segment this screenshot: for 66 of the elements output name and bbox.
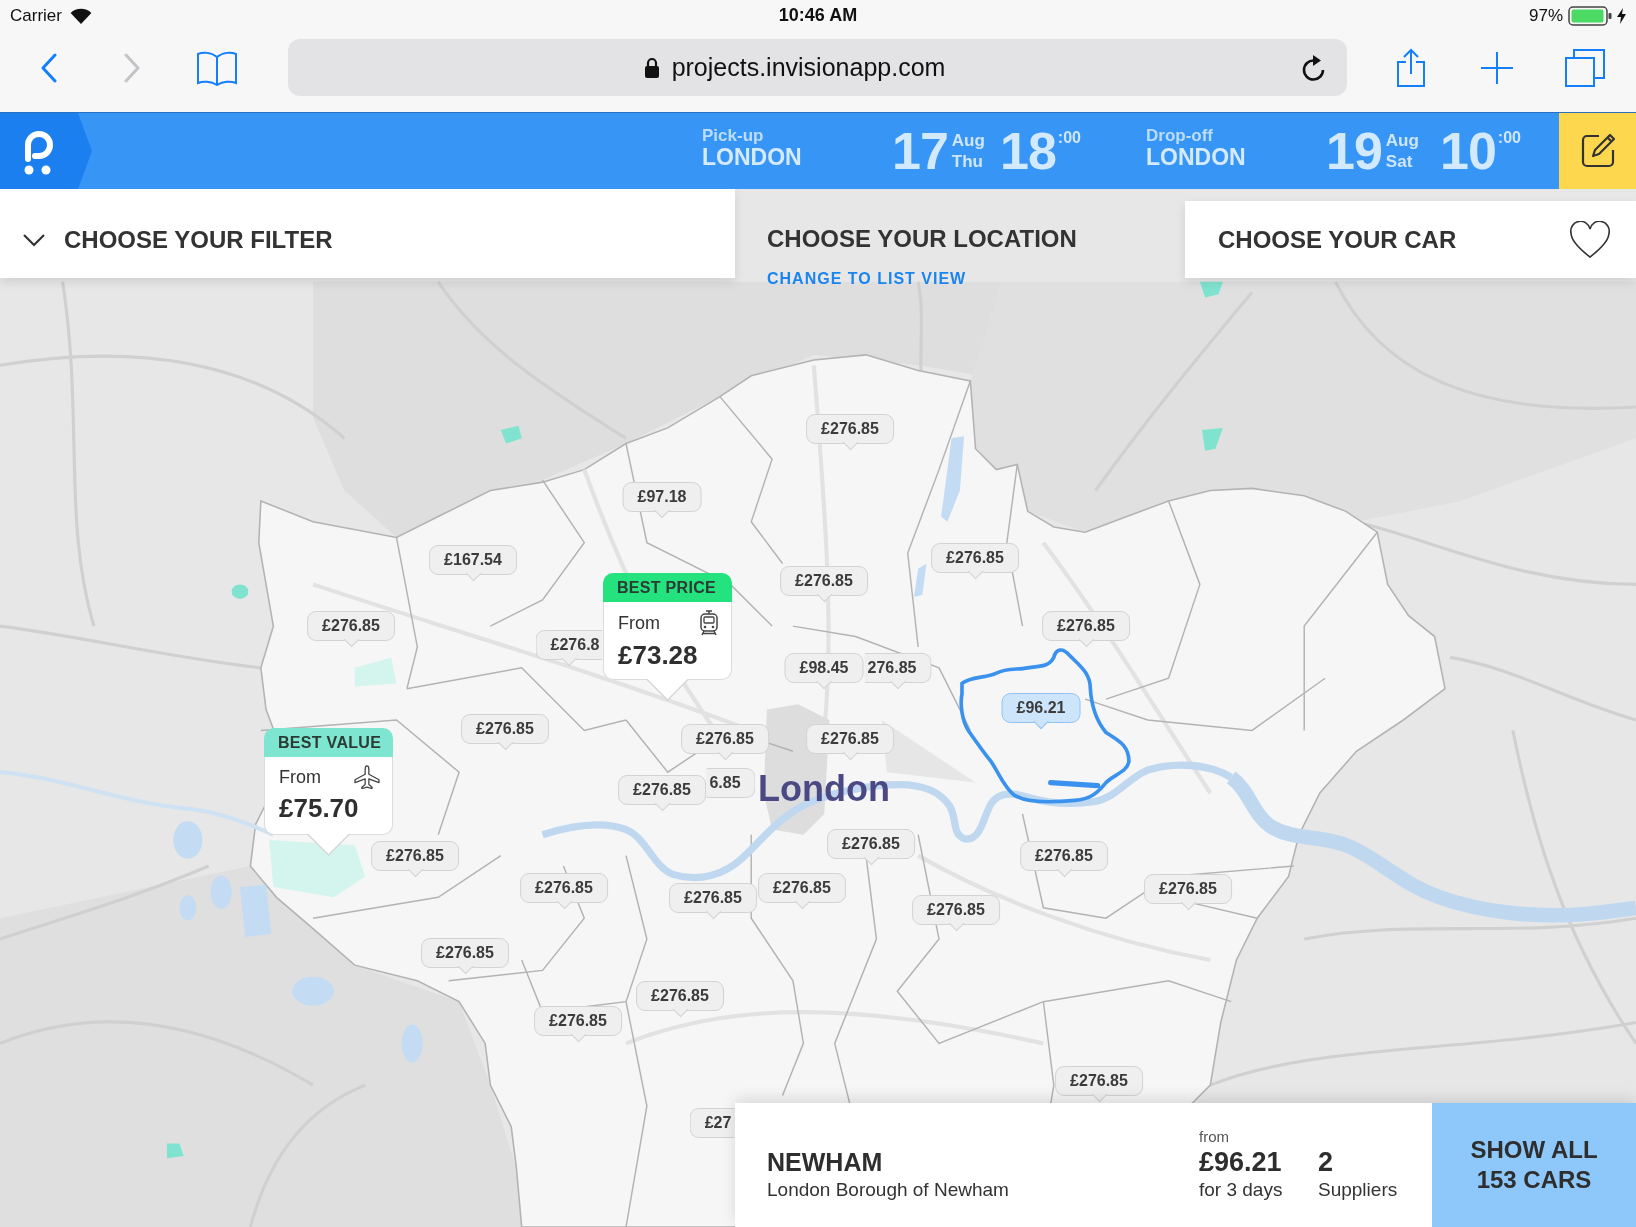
city-name: LONDON [1146, 144, 1247, 170]
train-icon [699, 610, 719, 636]
step-tab[interactable]: CHOOSE YOUR FILTER [0, 189, 735, 278]
tabs-icon[interactable] [1565, 48, 1605, 87]
city-name: LONDON [702, 144, 803, 170]
deal-tag: BEST VALUE [264, 728, 393, 757]
date-month: Aug [1385, 130, 1419, 151]
lake [914, 563, 927, 597]
book-icon[interactable] [196, 49, 238, 86]
date-weekday: Thu [951, 151, 984, 172]
battery-icon [1568, 5, 1612, 26]
lake [239, 884, 272, 937]
lake [179, 895, 197, 921]
carrier-name: Carrier [10, 5, 62, 26]
date-month: Aug [951, 130, 985, 151]
deal-price: £75.70 [279, 792, 360, 824]
park-area [354, 657, 397, 687]
supplier-label: Suppliers [1318, 1178, 1399, 1202]
clock-time: 10:46 AM [778, 5, 858, 26]
address-field[interactable]: projects.invisionapp.com [288, 39, 1347, 96]
borough-price: £96.21 [1199, 1146, 1283, 1178]
share-icon[interactable] [1395, 47, 1427, 88]
step-tab[interactable]: CHOOSE YOUR LOCATION CHANGE TO LIST VIEW [735, 189, 1185, 288]
price-caption: from [1199, 1128, 1230, 1146]
from-label: From [618, 612, 660, 635]
logo-icon[interactable] [0, 113, 92, 189]
charging-bolt-icon [1617, 7, 1626, 24]
park-area [1201, 427, 1223, 451]
plus-icon[interactable] [1480, 50, 1514, 85]
show-cars-button[interactable]: SHOW ALL 153 CARS [1432, 1103, 1636, 1227]
trip-label: Pick-up [702, 126, 765, 145]
heart-icon[interactable] [1569, 220, 1611, 259]
lake [210, 875, 232, 909]
deal-tag: BEST PRICE [603, 573, 732, 602]
borough-subtitle: London Borough of Newham [767, 1178, 1010, 1202]
park-area [231, 584, 249, 599]
plane-icon [354, 765, 380, 789]
date-weekday: Sat [1385, 151, 1414, 172]
lake [401, 1024, 423, 1063]
url-text: projects.invisionapp.com [671, 53, 946, 82]
rental-duration: for 3 days [1199, 1178, 1284, 1202]
edit-button[interactable] [1559, 113, 1636, 189]
back-icon[interactable] [40, 52, 58, 83]
park-area [1199, 281, 1223, 298]
date-day: 19 [1326, 123, 1382, 179]
trip-label: Drop-off [1146, 126, 1215, 145]
time-hour: 18 [1000, 123, 1056, 179]
supplier-count: 2 [1318, 1146, 1335, 1178]
park-area [166, 1143, 184, 1159]
time-hour: 10 [1440, 123, 1496, 179]
time-minutes: :00 [1497, 129, 1521, 147]
lake [292, 976, 334, 1006]
time-minutes: :00 [1057, 129, 1081, 147]
park-area [500, 425, 522, 444]
step-tab[interactable]: CHOOSE YOUR CAR [1185, 201, 1636, 278]
chevron-down-icon [22, 232, 46, 247]
wifi-icon [69, 7, 92, 24]
borough-name: NEWHAM [767, 1147, 884, 1178]
reload-icon[interactable] [1301, 53, 1327, 82]
battery-percent: 97% [1528, 5, 1563, 26]
lock-icon [643, 57, 660, 78]
lake [173, 821, 203, 859]
deal-price: £73.28 [618, 639, 699, 671]
date-day: 17 [892, 123, 948, 179]
city-label: London [758, 767, 890, 811]
from-label: From [279, 766, 321, 789]
